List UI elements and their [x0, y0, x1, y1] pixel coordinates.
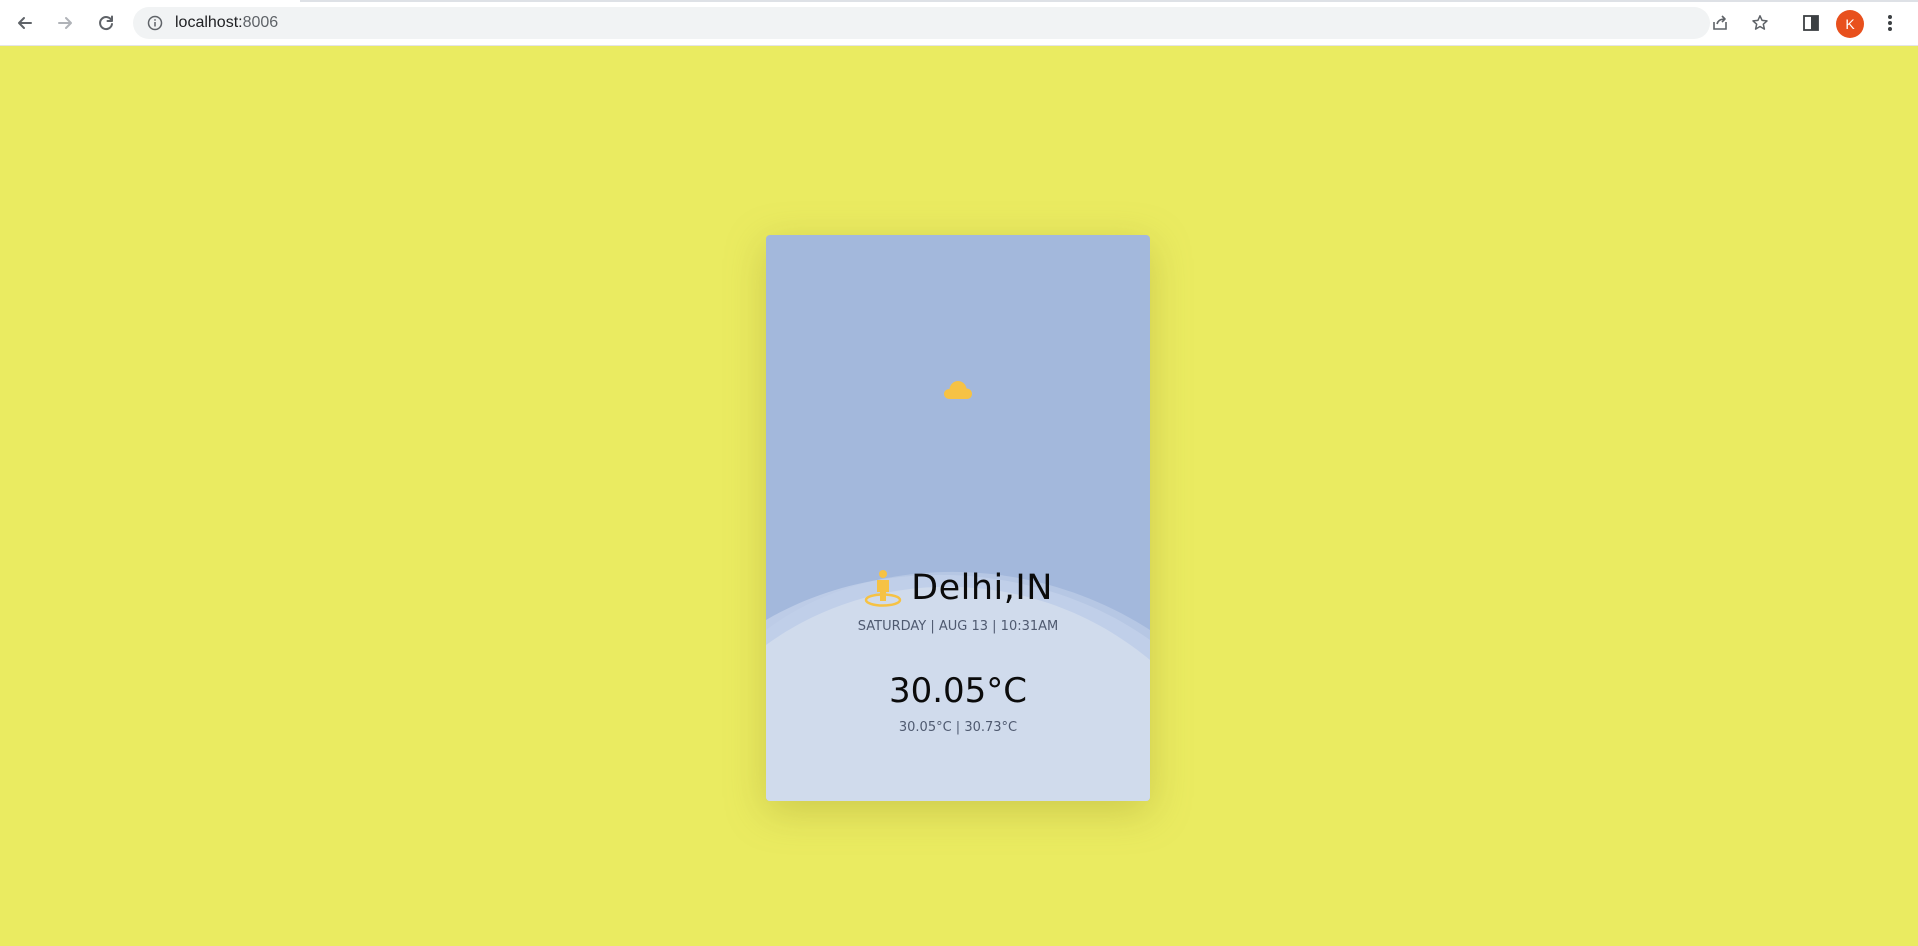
weather-card: Delhi,IN SATURDAY | AUG 13 | 10:31AM 30.… — [766, 235, 1150, 801]
date-time: SATURDAY | AUG 13 | 10:31AM — [857, 619, 1059, 634]
temperature: 30.05°C — [888, 671, 1028, 711]
profile-avatar[interactable]: K — [1836, 10, 1864, 38]
star-icon[interactable] — [1751, 14, 1769, 32]
reload-icon — [99, 15, 113, 31]
tab-strip — [0, 0, 1918, 2]
browser-toolbar: localhost:8006 K — [0, 0, 1918, 46]
person-pin-icon — [864, 570, 902, 607]
back-button[interactable] — [10, 8, 40, 38]
share-icon[interactable] — [1711, 14, 1729, 32]
wave-background — [766, 571, 1150, 801]
arrow-right-icon — [58, 17, 72, 29]
address-bar[interactable]: localhost:8006 — [133, 7, 1768, 39]
kebab-menu-icon[interactable] — [1878, 11, 1902, 35]
url-text[interactable]: localhost:8006 — [175, 14, 278, 32]
side-panel-icon[interactable] — [1799, 11, 1823, 35]
city-name: Delhi,IN — [911, 568, 1053, 608]
forward-button[interactable] — [50, 8, 80, 38]
temperature-range: 30.05°C | 30.73°C — [898, 720, 1018, 735]
location-row: Delhi,IN — [766, 568, 1150, 608]
info-icon[interactable] — [147, 15, 163, 35]
url-host: localhost: — [175, 14, 243, 31]
url-port: 8006 — [242, 14, 279, 31]
arrow-left-icon — [18, 17, 32, 29]
cloud-icon — [944, 381, 972, 399]
reload-button[interactable] — [91, 8, 121, 38]
